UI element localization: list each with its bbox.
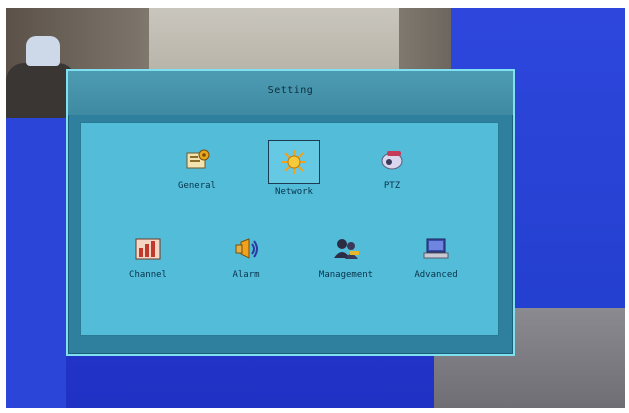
dvr-screen: Setting General Network PTZ Channel Alar… [6,8,625,408]
camera-feed-person-head [26,36,60,66]
menu-item-management[interactable]: Management [301,234,391,294]
ptz-camera-icon [375,145,409,175]
advanced-icon [419,234,453,264]
menu-item-management-label: Management [318,270,374,280]
menu-item-general-label: General [178,181,216,191]
menu-item-network-label: Network [275,187,313,197]
menu-item-ptz[interactable]: PTZ [347,145,437,205]
menu-item-channel-label: Channel [129,270,167,280]
background-panel-left [6,118,66,408]
management-icon [329,234,363,264]
menu-item-general[interactable]: General [152,145,242,205]
setting-dialog: Setting General Network PTZ Channel Alar… [66,69,515,356]
menu-item-advanced-label: Advanced [414,270,458,280]
alarm-icon [229,234,263,264]
channel-icon [131,234,165,264]
dialog-body: General Network PTZ Channel Alarm Manage… [80,122,499,336]
menu-item-alarm-label: Alarm [232,270,260,280]
menu-item-advanced[interactable]: Advanced [391,234,481,294]
menu-item-alarm[interactable]: Alarm [201,234,291,294]
menu-item-network[interactable]: Network [249,140,339,200]
dialog-titlebar[interactable]: Setting [68,71,513,115]
network-icon [268,140,320,184]
menu-item-channel[interactable]: Channel [103,234,193,294]
dialog-title: Setting [267,85,314,96]
general-icon [180,145,214,175]
menu-item-ptz-label: PTZ [383,181,401,191]
camera-feed-wall [146,8,399,78]
